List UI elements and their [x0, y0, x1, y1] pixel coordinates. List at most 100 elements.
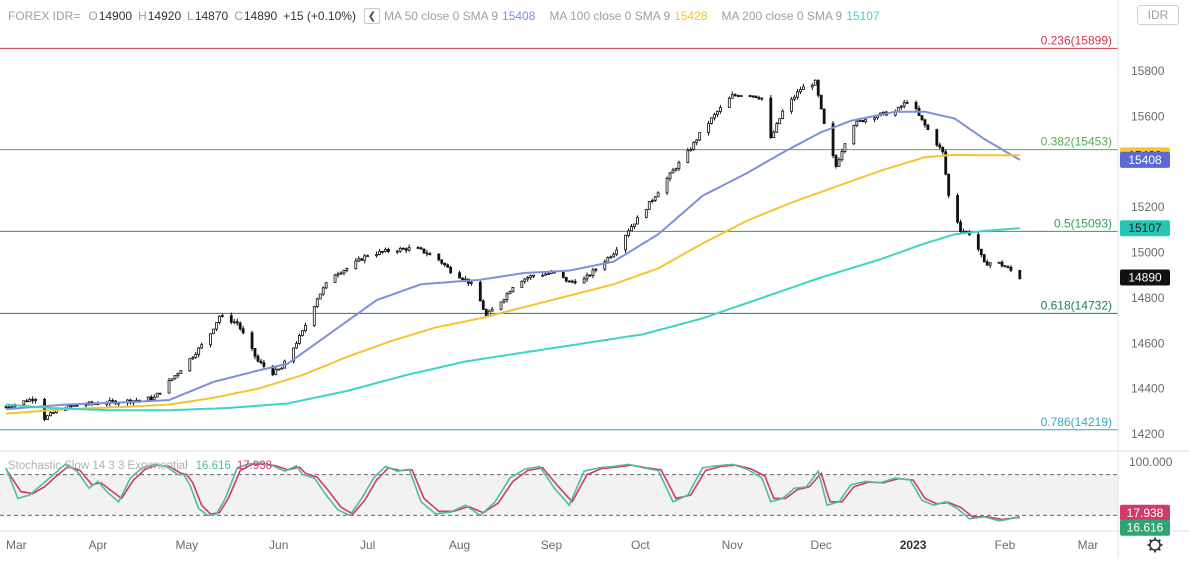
candle-body — [149, 396, 153, 401]
stochastic-badge-label: 17.938 — [1127, 506, 1164, 520]
candle-body — [692, 141, 696, 150]
price-tick-label: 15600 — [1131, 109, 1165, 123]
candle-body — [449, 266, 453, 274]
candle-body — [194, 353, 198, 358]
candle-body — [481, 300, 485, 310]
candle-body — [321, 287, 325, 295]
candle-body — [585, 274, 589, 280]
candle-body — [46, 415, 49, 420]
candle-body — [736, 95, 740, 97]
candle-body — [686, 150, 690, 163]
candle-body — [935, 129, 939, 146]
candle-body — [588, 274, 592, 277]
candle-body — [710, 117, 713, 124]
candle-body — [375, 254, 378, 257]
candle-body — [751, 95, 755, 98]
candle-body — [470, 281, 473, 284]
candle-body — [520, 280, 524, 288]
gear-icon-tooth — [1157, 547, 1161, 551]
candle-body — [609, 256, 613, 259]
price-tick-label: 14800 — [1131, 291, 1165, 305]
candle-body — [781, 110, 785, 120]
candle-body — [819, 94, 823, 110]
price-tick-label: 14600 — [1131, 336, 1165, 350]
candle-body — [425, 252, 429, 255]
candle-body — [573, 281, 577, 284]
candle-body — [259, 360, 263, 364]
candle-body — [698, 132, 702, 141]
time-axis-label: Dec — [811, 538, 832, 552]
candle-body — [647, 201, 651, 210]
candle-body — [858, 119, 862, 122]
price-tick-label: 15000 — [1131, 245, 1165, 259]
candle-body — [235, 321, 239, 324]
candle-body — [979, 248, 983, 256]
candle-body — [232, 321, 236, 324]
candle-body — [772, 131, 776, 138]
time-axis-label: Jul — [360, 538, 375, 552]
time-axis-label: May — [175, 538, 198, 552]
candle-body — [505, 293, 509, 301]
candle-body — [422, 248, 426, 254]
candle-body — [816, 79, 820, 96]
candle-body — [218, 315, 221, 323]
candle-body — [43, 398, 46, 420]
candle-body — [671, 169, 675, 174]
high-label: H — [138, 9, 147, 23]
candle-body — [345, 268, 349, 271]
candle-body — [920, 115, 924, 121]
fib-level-label: 0.236(15899) — [1041, 33, 1112, 47]
price-badge-label: 15107 — [1128, 221, 1162, 235]
candle-body — [650, 200, 654, 202]
candle-body — [197, 347, 201, 355]
candle-body — [407, 247, 411, 251]
stochastic-badge-label: 16.616 — [1127, 521, 1164, 535]
candle-body — [837, 159, 841, 167]
candle-body — [1018, 270, 1022, 279]
candle-body — [591, 269, 595, 276]
candle-body — [962, 230, 965, 233]
candle-body — [730, 94, 734, 99]
candle-body — [419, 247, 423, 250]
candle-body — [34, 398, 38, 401]
time-axis-label: Nov — [722, 538, 743, 552]
candle-body — [262, 362, 266, 367]
candle-body — [333, 274, 337, 284]
candle-body — [547, 273, 550, 275]
candle-body — [653, 196, 657, 201]
chevron-left-icon[interactable]: ❮ — [363, 8, 380, 24]
candle-body — [630, 226, 633, 232]
candle-body — [695, 139, 699, 143]
candle-body — [484, 309, 488, 316]
candle-body — [304, 325, 307, 331]
time-axis-label: Feb — [995, 538, 1016, 552]
time-axis-label: Mar — [1078, 538, 1099, 552]
candle-body — [360, 258, 364, 261]
candle-body — [339, 272, 343, 275]
candle-body — [727, 97, 731, 108]
candle-body — [582, 278, 586, 284]
candle-body — [923, 119, 927, 126]
candle-body — [864, 118, 868, 123]
candle-body — [167, 380, 171, 394]
candle-body — [461, 277, 464, 280]
candle-body — [882, 111, 885, 114]
candle-body — [902, 102, 906, 107]
candle-body — [209, 333, 212, 346]
symbol-selector[interactable]: IDR — [1137, 5, 1179, 25]
stochastic-label: Stochastic Slow 14 3 3 Exponential — [8, 460, 188, 472]
candle-body — [852, 125, 856, 145]
price-tick-label: 15800 — [1131, 64, 1165, 78]
low-value: 14870 — [194, 9, 229, 23]
candle-body — [69, 405, 73, 408]
candle-body — [298, 335, 301, 344]
candle-body — [31, 398, 35, 401]
candle-body — [790, 98, 793, 112]
candle-body — [834, 155, 838, 167]
candle-body — [665, 178, 669, 194]
candle-body — [633, 223, 636, 227]
candle-body — [532, 274, 536, 277]
open-value: 14900 — [98, 9, 133, 23]
chart-canvas[interactable]: 0.236(15899) 0.382(15453) 0.5(15093) 0.618(… — [0, 0, 1189, 558]
candle-body — [443, 262, 447, 266]
